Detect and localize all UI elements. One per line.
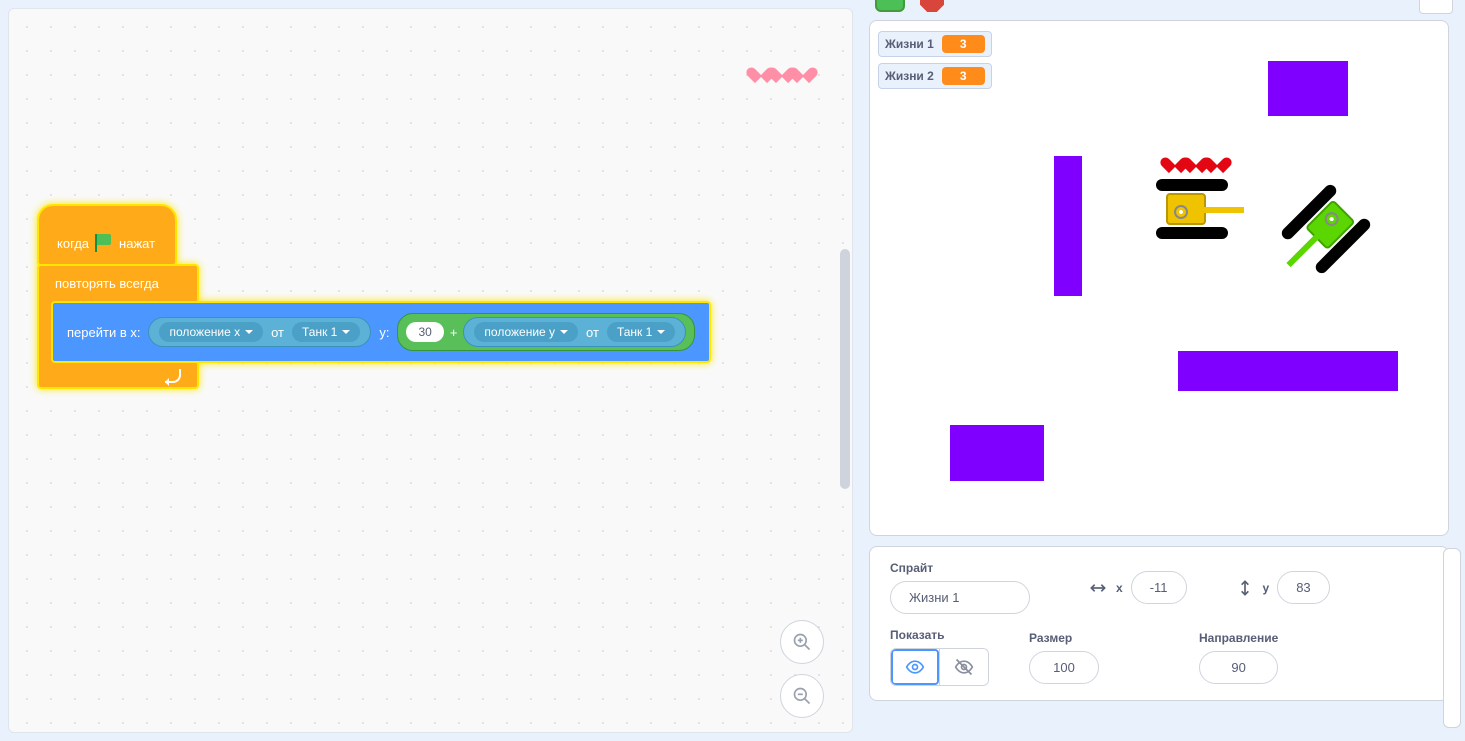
forever-block[interactable]: повторять всегда перейти в x: положение … — [37, 264, 199, 389]
sensing-of-reporter[interactable]: положение x от Танк 1 — [148, 317, 371, 347]
eye-off-icon — [954, 657, 974, 677]
vertical-arrows-icon — [1235, 578, 1255, 598]
variable-name: Жизни 2 — [885, 69, 934, 83]
eye-icon — [905, 657, 925, 677]
green-flag-button[interactable] — [875, 0, 905, 12]
green-flag-icon — [95, 234, 113, 252]
loop-arrow-icon — [165, 369, 181, 383]
backdrop-pane-sliver[interactable] — [1443, 548, 1461, 728]
tank1-sprite — [1156, 179, 1228, 239]
stop-button[interactable] — [917, 0, 947, 12]
stage-controls — [869, 0, 1457, 16]
block-text: когда — [57, 236, 89, 251]
heart-icon — [794, 61, 812, 77]
zoom-in-button[interactable] — [780, 620, 824, 664]
sprite-y-input[interactable]: 83 — [1277, 571, 1329, 604]
number-input[interactable]: 30 — [406, 322, 443, 342]
chevron-down-icon — [657, 330, 665, 338]
sprite-name-input[interactable]: Жизни 1 — [890, 581, 1030, 614]
hide-sprite-button[interactable] — [939, 649, 988, 685]
script-workspace[interactable]: когда нажат повторять всегда перейти в x… — [8, 8, 853, 733]
obstacle-sprite — [950, 425, 1044, 481]
block-text: повторять всегда — [39, 266, 197, 299]
stage[interactable]: Жизни 1 3 Жизни 2 3 — [869, 20, 1449, 536]
block-text: нажат — [119, 236, 155, 251]
variable-value: 3 — [942, 67, 985, 85]
variable-name: Жизни 1 — [885, 37, 934, 51]
target-dropdown[interactable]: Танк 1 — [292, 322, 360, 342]
attribute-dropdown[interactable]: положение x — [159, 322, 263, 342]
horizontal-arrows-icon — [1088, 578, 1108, 598]
tank2-sprite — [1279, 182, 1372, 275]
block-text: перейти в x: — [67, 325, 140, 340]
obstacle-sprite — [1268, 61, 1348, 116]
show-sprite-button[interactable] — [891, 649, 939, 685]
variable-value: 3 — [942, 35, 985, 53]
sprite-size-input[interactable]: 100 — [1029, 651, 1099, 684]
target-dropdown[interactable]: Танк 1 — [607, 322, 675, 342]
heart-icon — [1208, 151, 1226, 167]
variable-monitor[interactable]: Жизни 1 3 — [878, 31, 992, 57]
sprite-label: Спрайт — [890, 561, 1030, 575]
obstacle-sprite — [1054, 156, 1082, 296]
stop-icon — [920, 0, 944, 12]
sprite-info-pane: Спрайт Жизни 1 x -11 y 83 Показать — [869, 546, 1449, 701]
sensing-of-reporter[interactable]: положение y от Танк 1 — [463, 317, 686, 347]
script-stack[interactable]: когда нажат повторять всегда перейти в x… — [37, 204, 199, 389]
fullscreen-button[interactable] — [1419, 0, 1453, 14]
visibility-toggle — [890, 648, 989, 686]
life-sprite — [1166, 151, 1226, 167]
life-indicator-sprite — [752, 61, 812, 77]
goto-xy-block[interactable]: перейти в x: положение x от Танк 1 — [51, 301, 711, 363]
zoom-out-button[interactable] — [780, 674, 824, 718]
attribute-dropdown[interactable]: положение y — [474, 322, 578, 342]
chevron-down-icon — [560, 330, 568, 338]
chevron-down-icon — [342, 330, 350, 338]
variable-monitor[interactable]: Жизни 2 3 — [878, 63, 992, 89]
workspace-scrollbar[interactable] — [840, 249, 850, 489]
chevron-down-icon — [245, 330, 253, 338]
sprite-x-input[interactable]: -11 — [1131, 571, 1187, 604]
add-operator[interactable]: 30 + положение y от Танк 1 — [397, 313, 695, 351]
when-flag-clicked-block[interactable]: когда нажат — [37, 204, 177, 266]
obstacle-sprite — [1178, 351, 1398, 391]
block-text: y: — [379, 325, 389, 340]
sprite-direction-input[interactable]: 90 — [1199, 651, 1278, 684]
